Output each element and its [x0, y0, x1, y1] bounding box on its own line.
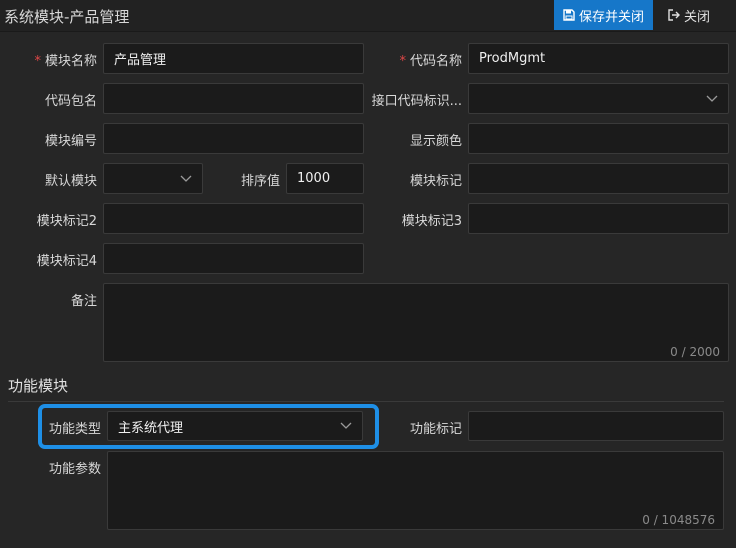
- module-tag2-input[interactable]: [103, 203, 364, 234]
- remarks-label: 备注: [70, 294, 97, 309]
- sort-value-label: 排序值: [240, 174, 280, 189]
- module-tag3-label: 模块标记3: [401, 214, 462, 229]
- function-type-label: 功能类型: [48, 422, 101, 437]
- function-params-textarea[interactable]: 0 / 1048576: [107, 451, 724, 530]
- save-and-close-label: 保存并关闭: [578, 9, 644, 25]
- remarks-char-counter: 0 / 2000: [670, 345, 720, 359]
- function-params-char-counter: 0 / 1048576: [642, 513, 715, 527]
- module-name-label: * 模块名称: [34, 54, 97, 69]
- save-icon: [563, 9, 575, 21]
- display-color-label: 显示颜色: [409, 134, 462, 149]
- chevron-down-icon: [180, 175, 192, 182]
- function-tag-input[interactable]: [468, 411, 724, 441]
- top-bar: 系统模块-产品管理 保存并关闭 关闭: [0, 0, 736, 32]
- display-color-input[interactable]: [468, 123, 729, 154]
- function-params-label: 功能参数: [48, 462, 101, 477]
- code-name-input[interactable]: ProdMgmt: [468, 43, 729, 74]
- interface-code-id-select[interactable]: [468, 83, 729, 114]
- function-tag-label: 功能标记: [409, 422, 462, 437]
- interface-code-id-label: 接口代码标识...: [371, 94, 462, 109]
- required-marker: *: [399, 54, 406, 69]
- module-number-input[interactable]: [103, 123, 364, 154]
- module-tag4-input[interactable]: [103, 243, 364, 274]
- required-marker: *: [34, 54, 41, 69]
- close-button[interactable]: 关闭: [656, 0, 722, 30]
- code-package-input[interactable]: [103, 83, 364, 114]
- function-section-title: 功能模块: [8, 377, 69, 395]
- close-label: 关闭: [683, 9, 710, 25]
- function-type-select[interactable]: 主系统代理: [107, 411, 363, 441]
- module-name-input[interactable]: 产品管理: [103, 43, 364, 74]
- module-tag3-input[interactable]: [468, 203, 729, 234]
- page-title: 系统模块-产品管理: [4, 8, 130, 26]
- module-number-label: 模块编号: [44, 134, 97, 149]
- chevron-down-icon: [340, 422, 352, 429]
- remarks-textarea[interactable]: 0 / 2000: [103, 283, 729, 362]
- code-name-label: * 代码名称: [399, 54, 462, 69]
- module-tag-input[interactable]: [468, 163, 729, 194]
- code-package-label: 代码包名: [44, 94, 97, 109]
- module-tag2-label: 模块标记2: [36, 214, 97, 229]
- section-divider: [8, 401, 724, 402]
- default-module-label: 默认模块: [44, 174, 97, 189]
- module-tag4-label: 模块标记4: [36, 254, 97, 269]
- sort-value-input[interactable]: 1000: [286, 163, 364, 194]
- module-tag-label: 模块标记: [409, 174, 462, 189]
- exit-icon: [668, 9, 680, 21]
- save-and-close-button[interactable]: 保存并关闭: [554, 0, 653, 30]
- default-module-select[interactable]: [103, 163, 203, 194]
- chevron-down-icon: [706, 95, 718, 102]
